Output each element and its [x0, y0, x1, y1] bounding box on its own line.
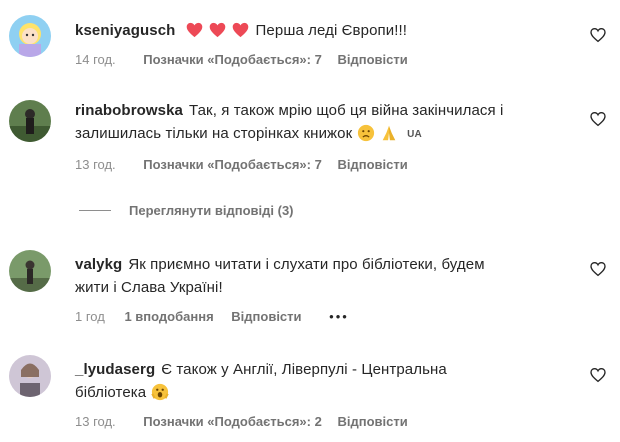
timestamp[interactable]: 13 год. [75, 156, 116, 174]
avatar[interactable] [9, 100, 51, 142]
like-heart-icon[interactable] [590, 111, 608, 129]
flag-label: UA [407, 129, 422, 140]
timestamp[interactable]: 13 год. [75, 413, 116, 431]
comment-text: rinabobrowska Так, я також мрію щоб ця ві… [75, 99, 565, 149]
likes-count[interactable]: Позначки «Подобається»: 2 [143, 413, 322, 431]
like-heart-icon[interactable] [590, 367, 608, 385]
screaming-face-icon [150, 383, 169, 408]
avatar[interactable] [9, 250, 51, 292]
likes-count[interactable]: 1 вподобання [124, 308, 213, 326]
likes-count[interactable]: Позначки «Подобається»: 7 [143, 156, 322, 174]
reply-button[interactable]: Відповісти [337, 156, 407, 174]
reply-button[interactable]: Відповісти [337, 51, 407, 69]
like-heart-icon[interactable] [590, 261, 608, 279]
comment-body: Перша леді Європи!!! [255, 22, 408, 39]
comment-body-line2: жити і Слава Україні! [75, 279, 223, 296]
reply-button[interactable]: Відповісти [231, 308, 301, 326]
comment-text: valykg Як приємно читати і слухати про бі… [75, 253, 565, 299]
likes-count[interactable]: Позначки «Подобається»: 7 [143, 51, 322, 69]
comment-body-line2: залишилась тільки на сторінках книжок [75, 125, 353, 142]
comment-meta: 13 год. Позначки «Подобається»: 2 Відпов… [75, 413, 408, 431]
timestamp[interactable]: 14 год. [75, 51, 116, 69]
username[interactable]: _lyudaserg [75, 361, 155, 378]
reply-button[interactable]: Відповісти [337, 413, 407, 431]
divider-line [79, 210, 111, 211]
comment-body-line2: бібліотека [75, 384, 147, 401]
comment-body-line1: Як приємно читати і слухати про бібліоте… [128, 256, 485, 273]
more-options-button[interactable]: ••• [329, 308, 349, 326]
comment-text: kseniyagusch Перша леді Європи!!! [75, 19, 565, 42]
comment-text: _lyudaserg Є також у Англії, Ліверпулі - … [75, 358, 565, 408]
username[interactable]: rinabobrowska [75, 102, 183, 119]
timestamp[interactable]: 1 год [75, 308, 105, 326]
avatar[interactable] [9, 355, 51, 397]
folded-hands-icon [379, 124, 399, 149]
comment-meta: 13 год. Позначки «Подобається»: 7 Відпов… [75, 156, 408, 174]
username[interactable]: kseniyagusch [75, 22, 175, 39]
like-heart-icon[interactable] [590, 27, 608, 45]
sad-face-icon [357, 124, 375, 149]
comment-meta: 1 год 1 вподобання Відповісти ••• [75, 308, 349, 326]
view-replies-label: Переглянути відповіді (3) [129, 203, 294, 218]
comment-body-line1: Є також у Англії, Ліверпулі - Центральна [161, 361, 447, 378]
comment-meta: 14 год. Позначки «Подобається»: 7 Відпов… [75, 51, 408, 69]
avatar[interactable] [9, 15, 51, 57]
comment-body-line1: Так, я також мрію щоб ця війна закінчила… [189, 102, 504, 119]
red-heart-icon [186, 22, 256, 39]
username[interactable]: valykg [75, 256, 122, 273]
view-replies-button[interactable]: Переглянути відповіді (3) [79, 203, 294, 218]
